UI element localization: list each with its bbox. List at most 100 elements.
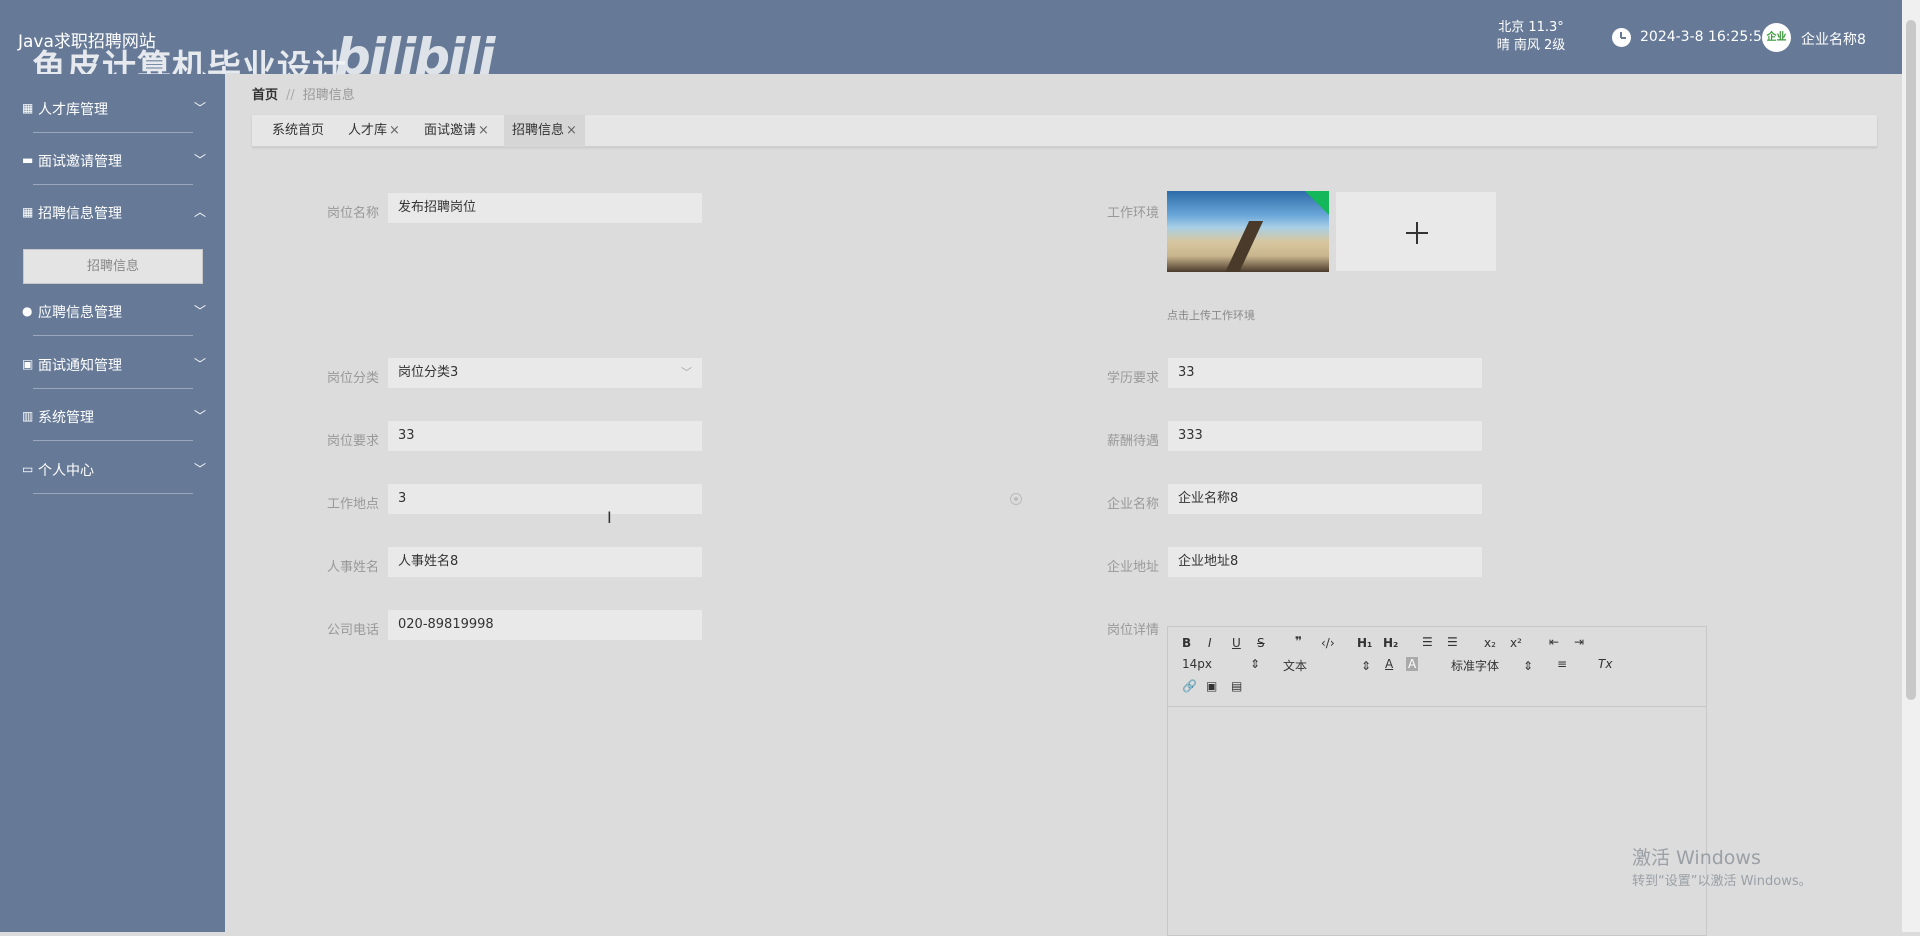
indent-icon[interactable]: ⇥ bbox=[1574, 635, 1584, 649]
font-family-select[interactable]: 标准字体 ⇕ bbox=[1451, 657, 1533, 674]
job-requirement-label: 岗位要求 bbox=[326, 434, 379, 449]
quote-icon[interactable]: ❞ bbox=[1295, 634, 1302, 648]
monitor-icon: ▬ bbox=[22, 153, 34, 167]
chevron-down-icon: ﹀ bbox=[193, 153, 206, 167]
sidebar-item-label: 面试通知管理 bbox=[38, 358, 122, 374]
image-icon[interactable]: ▣ bbox=[1206, 679, 1217, 693]
tab-label: 人才库 bbox=[348, 123, 388, 138]
sidebar-item-system[interactable]: ▥ 系统管理 ﹀ bbox=[18, 391, 208, 441]
link-icon[interactable]: 🔗 bbox=[1182, 679, 1197, 693]
avatar[interactable]: 企业 bbox=[1762, 23, 1791, 52]
outdent-icon[interactable]: ⇤ bbox=[1549, 635, 1559, 649]
chevron-down-icon: ﹀ bbox=[193, 409, 206, 423]
salary-label: 薪酬待遇 bbox=[1106, 434, 1159, 449]
tab-interview-invite[interactable]: 面试邀请 × bbox=[416, 115, 497, 147]
clock-icon bbox=[1612, 28, 1631, 47]
sidebar-item-label: 个人中心 bbox=[38, 463, 94, 479]
company-name-input[interactable]: 企业名称8 bbox=[1167, 483, 1483, 515]
sidebar-item-talent-pool[interactable]: ▦ 人才库管理 ﹀ bbox=[18, 83, 208, 133]
clear-format-icon[interactable]: Tx bbox=[1598, 657, 1612, 671]
education-input[interactable]: 33 bbox=[1167, 357, 1483, 389]
rich-text-editor[interactable]: B I U S ❞ ‹/› H₁ H₂ ☰ ☰ x₂ x² ⇤ ⇥ 14px ⇕ … bbox=[1167, 626, 1707, 936]
bar-chart-icon: ▥ bbox=[22, 409, 34, 423]
user-name[interactable]: 企业名称8 bbox=[1801, 29, 1866, 49]
target-icon bbox=[1010, 493, 1022, 505]
scrollbar-thumb[interactable] bbox=[1906, 20, 1916, 700]
sidebar-item-label: 招聘信息管理 bbox=[38, 206, 122, 222]
chevron-down-icon: ﹀ bbox=[681, 366, 692, 379]
align-icon[interactable]: ≡ bbox=[1557, 657, 1567, 671]
superscript-icon[interactable]: x² bbox=[1510, 636, 1522, 650]
background-color-icon[interactable]: A bbox=[1406, 657, 1419, 671]
work-environment-image[interactable] bbox=[1167, 191, 1329, 272]
editor-content-area[interactable] bbox=[1168, 708, 1706, 935]
font-size-select[interactable]: 14px ⇕ bbox=[1182, 657, 1260, 671]
bold-icon[interactable]: B bbox=[1182, 636, 1191, 650]
weather-desc: 晴 南风 2级 bbox=[1496, 38, 1566, 53]
header-select-value: 文本 bbox=[1283, 659, 1308, 673]
sidebar-item-personal-center[interactable]: ▭ 个人中心 ﹀ bbox=[18, 444, 208, 494]
chart-icon: ▣ bbox=[22, 357, 34, 371]
work-env-label: 工作环境 bbox=[1106, 206, 1159, 221]
italic-icon[interactable]: I bbox=[1208, 636, 1212, 650]
tab-label: 招聘信息 bbox=[512, 123, 565, 138]
education-label: 学历要求 bbox=[1106, 371, 1159, 386]
ordered-list-icon[interactable]: ☰ bbox=[1422, 635, 1433, 649]
close-icon[interactable]: × bbox=[566, 123, 577, 138]
divider bbox=[33, 132, 193, 133]
hr-name-label: 人事姓名 bbox=[326, 560, 379, 575]
sidebar-item-interview-notice[interactable]: ▣ 面试通知管理 ﹀ bbox=[18, 339, 208, 389]
strikethrough-icon[interactable]: S bbox=[1257, 636, 1265, 650]
code-icon[interactable]: ‹/› bbox=[1321, 636, 1335, 650]
sidebar-item-interview-invite[interactable]: ▬ 面试邀请管理 ﹀ bbox=[18, 135, 208, 185]
editor-toolbar: B I U S ❞ ‹/› H₁ H₂ ☰ ☰ x₂ x² ⇤ ⇥ 14px ⇕ … bbox=[1168, 627, 1706, 707]
tab-home[interactable]: 系统首页 bbox=[264, 115, 332, 147]
tab-talent-pool[interactable]: 人才库 × bbox=[340, 115, 408, 147]
tab-recruitment-info[interactable]: 招聘信息 × bbox=[504, 115, 585, 147]
job-category-select[interactable]: 岗位分类3 ﹀ bbox=[387, 357, 703, 389]
close-icon[interactable]: × bbox=[389, 123, 400, 138]
chevron-down-icon: ﹀ bbox=[193, 462, 206, 476]
close-icon[interactable]: × bbox=[478, 123, 489, 138]
heading2-icon[interactable]: H₂ bbox=[1383, 636, 1398, 650]
job-name-input[interactable]: 发布招聘岗位 bbox=[387, 192, 703, 224]
hr-name-input[interactable]: 人事姓名8 bbox=[387, 546, 703, 578]
submenu-item-recruitment-info[interactable]: 招聘信息 bbox=[23, 249, 203, 284]
divider bbox=[33, 440, 193, 441]
header-select[interactable]: 文本 ⇕ bbox=[1283, 657, 1371, 674]
text-cursor-icon: I bbox=[607, 508, 612, 527]
company-phone-input[interactable]: 020-89819998 bbox=[387, 609, 703, 641]
upload-add-button[interactable] bbox=[1335, 191, 1497, 272]
company-address-input[interactable]: 企业地址8 bbox=[1167, 546, 1483, 578]
chevron-down-icon: ﹀ bbox=[193, 357, 206, 371]
breadcrumb-current: 招聘信息 bbox=[302, 88, 355, 103]
chevron-down-icon: ﹀ bbox=[193, 304, 206, 318]
subscript-icon[interactable]: x₂ bbox=[1484, 636, 1496, 650]
sidebar-item-recruitment-info[interactable]: ▦ 招聘信息管理 ︿ bbox=[18, 187, 208, 237]
vertical-scrollbar[interactable] bbox=[1902, 0, 1920, 932]
heading1-icon[interactable]: H₁ bbox=[1357, 636, 1372, 650]
tabs-bar: 系统首页 人才库 × 面试邀请 × 招聘信息 × bbox=[252, 115, 1877, 147]
updown-icon: ⇕ bbox=[1250, 657, 1261, 671]
font-size-value: 14px bbox=[1182, 657, 1212, 671]
breadcrumb-separator: // bbox=[286, 88, 295, 103]
top-bar: Java求职招聘网站 鱼皮计算机毕业设计 bilibili 北京 11.3° 晴… bbox=[0, 0, 1920, 88]
grid-icon: ▦ bbox=[22, 101, 34, 115]
work-location-input[interactable]: 3 bbox=[387, 483, 703, 515]
salary-input[interactable]: 333 bbox=[1167, 420, 1483, 452]
job-requirement-input[interactable]: 33 bbox=[387, 420, 703, 452]
video-icon[interactable]: ▤ bbox=[1231, 679, 1242, 693]
windows-activation-subtitle: 转到“设置”以激活 Windows。 bbox=[1632, 874, 1812, 889]
underline-icon[interactable]: U bbox=[1232, 636, 1241, 650]
divider bbox=[33, 493, 193, 494]
divider bbox=[33, 388, 193, 389]
current-datetime: 2024-3-8 16:25:54 bbox=[1640, 29, 1771, 45]
bullet-list-icon[interactable]: ☰ bbox=[1447, 635, 1458, 649]
grid-icon: ▦ bbox=[22, 205, 34, 219]
font-color-icon[interactable]: A bbox=[1385, 657, 1393, 671]
weather-widget: 北京 11.3° 晴 南风 2级 bbox=[1486, 19, 1576, 55]
breadcrumb-home[interactable]: 首页 bbox=[252, 88, 278, 103]
sidebar-item-application-info[interactable]: ● 应聘信息管理 ﹀ bbox=[18, 286, 208, 336]
job-detail-label: 岗位详情 bbox=[1106, 623, 1159, 638]
updown-icon: ⇕ bbox=[1523, 659, 1534, 673]
